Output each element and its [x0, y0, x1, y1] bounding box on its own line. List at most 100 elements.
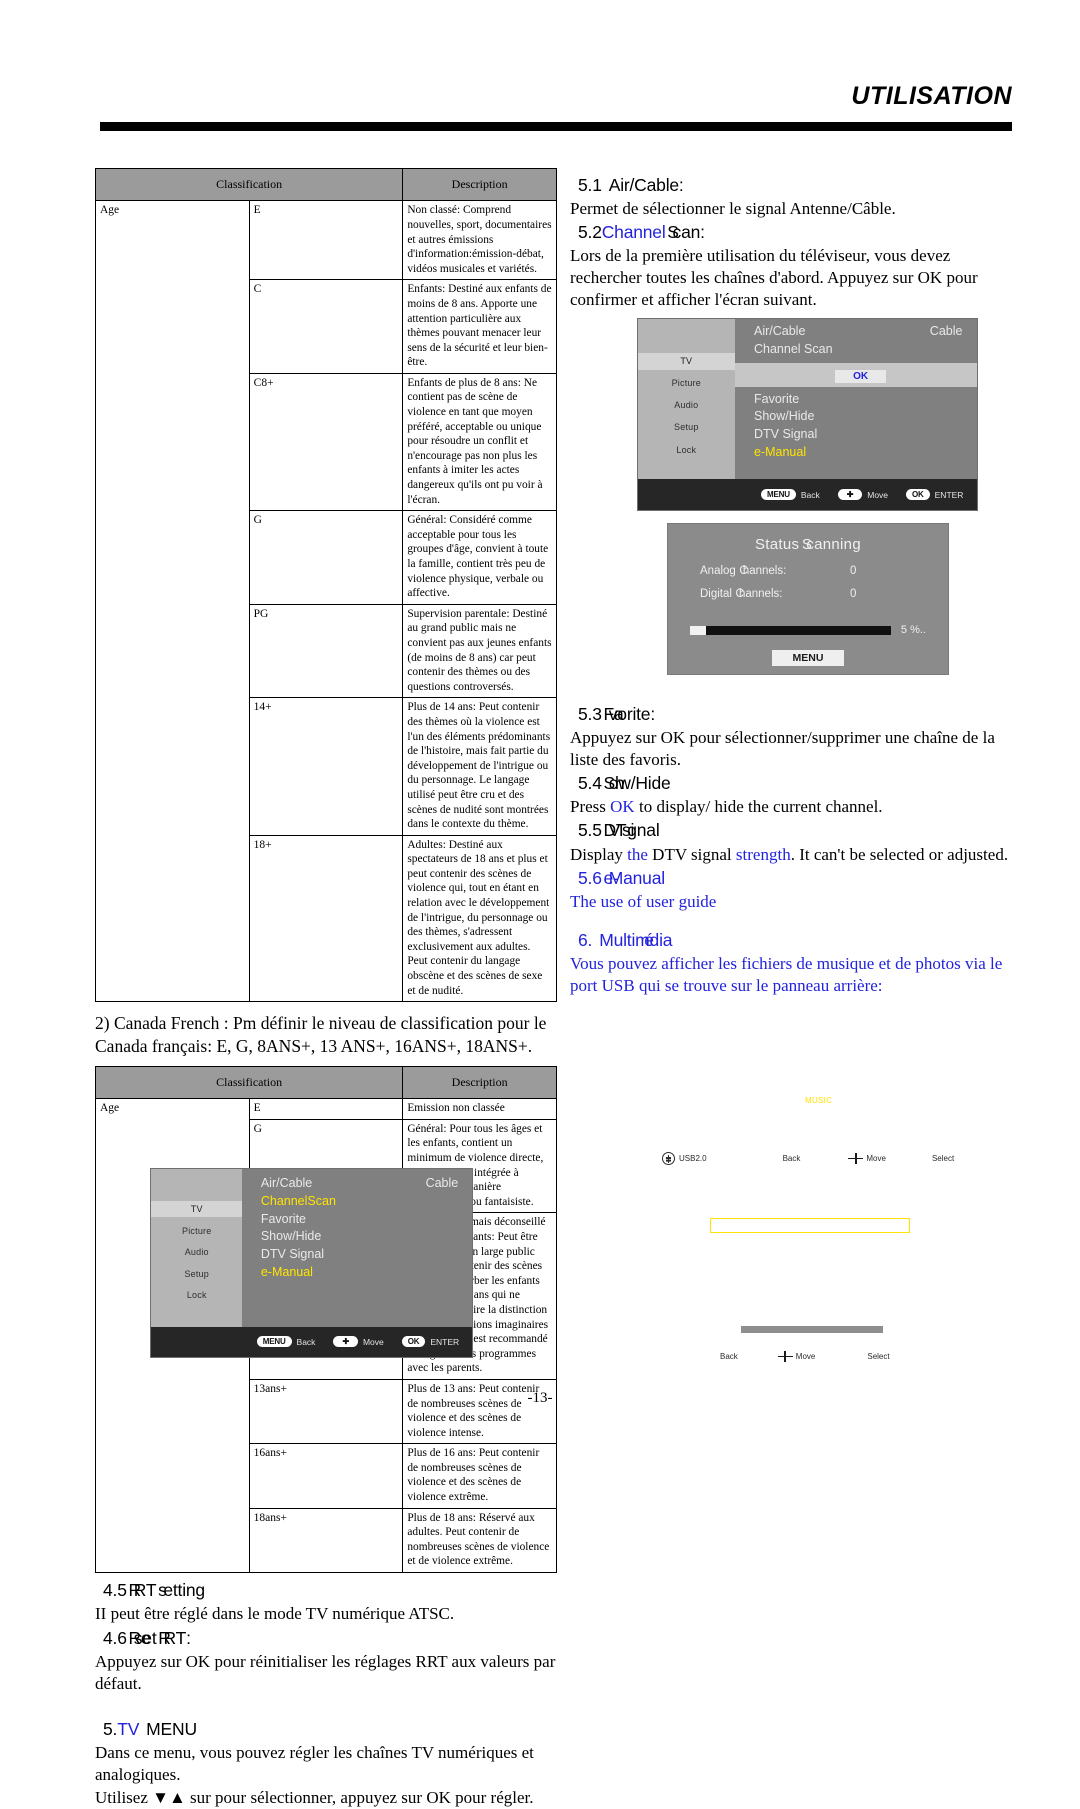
- section-5-2-title-scan: can: S: [667, 222, 705, 243]
- osd-sidebar-item-picture[interactable]: Picture: [151, 1223, 242, 1239]
- hint-back-label[interactable]: Back: [720, 1352, 738, 1361]
- table-header-row: Classification Description: [94, 1065, 557, 1100]
- usb-photo-browser-figure: Back Move Select: [600, 1200, 1020, 1390]
- osd-hint-bar: MENU Back ✚ Move OK ENTER: [151, 1326, 472, 1357]
- canada-french-intro: 2) Canada French : Pm définir le niveau …: [95, 1013, 547, 1056]
- section-5-3-number: 5.3: [578, 704, 602, 724]
- page-title: UTILISATION: [851, 82, 1012, 110]
- osd-item-label: DTV Signal: [754, 427, 818, 441]
- dpad-icon[interactable]: ✚: [837, 489, 863, 501]
- digital-channels-row: Digital hannels: C 0: [690, 588, 926, 600]
- osd-item-air-cable[interactable]: Air/Cable Cable: [735, 323, 977, 341]
- osd-item-label: Channel Scan: [754, 341, 833, 356]
- osd-item-channel-scan[interactable]: ChannelScan: [242, 1193, 472, 1211]
- hint-back-label[interactable]: Back: [783, 1154, 801, 1163]
- osd-confirm-panel: OK: [734, 362, 977, 387]
- osd-sidebar-item-audio[interactable]: Audio: [151, 1244, 242, 1260]
- canada-english-rating-table: Classification Description Age E Non cla…: [94, 167, 557, 1003]
- section-5-heading: 5.TV MENU: [95, 1718, 557, 1741]
- rating-description: Emission non classée: [402, 1098, 557, 1120]
- status-scanning-dialog: Status canning S Analog hannels: C 0 Digital…: [667, 523, 949, 675]
- osd-sidebar-item-tv[interactable]: TV: [151, 1201, 243, 1218]
- scan-progress-bar: [690, 625, 891, 635]
- hint-select-label[interactable]: Select: [932, 1154, 954, 1163]
- osd-item-label: Show/Hide: [754, 409, 815, 424]
- osd-sidebar-item-picture[interactable]: Picture: [638, 375, 735, 392]
- osd-item-label: Air/Cable: [260, 1176, 313, 1190]
- hint-enter-label: ENTER: [934, 489, 964, 500]
- dpad-icon: [848, 1153, 864, 1164]
- osd-item-show-hide[interactable]: Show/Hide: [735, 408, 977, 426]
- rating-code: 18ans+: [248, 1507, 404, 1574]
- osd-sidebar-item-lock[interactable]: Lock: [151, 1287, 242, 1303]
- ok-button-hint-icon[interactable]: OK: [401, 1336, 426, 1348]
- section-4-6-number: 4.6: [103, 1628, 127, 1649]
- section-5-2-title-channel: Channel: [601, 222, 666, 243]
- status-dialog-title: Status canning S: [755, 536, 861, 553]
- osd-item-dtv-signal[interactable]: DTV Signal: [242, 1246, 472, 1264]
- dpad-icon[interactable]: ✚: [333, 1336, 358, 1348]
- page-number: -13-: [527, 1390, 553, 1406]
- section-5-2-number: 5.2: [578, 222, 602, 243]
- dpad-icon: [777, 1351, 793, 1362]
- osd-item-show-hide[interactable]: Show/Hide: [242, 1228, 472, 1246]
- rating-code: 16ans+: [248, 1443, 404, 1509]
- rating-code: E: [248, 1098, 404, 1120]
- hint-move-label: Move: [362, 1336, 384, 1347]
- right-column: 5.1 Air/Cable: Permet de sélectionner le …: [570, 168, 1020, 312]
- section-5-3-heading: 5.3 vorite: Fa: [570, 703, 1025, 726]
- selection-highlight-box[interactable]: [710, 1218, 910, 1233]
- menu-button-hint-icon[interactable]: MENU: [256, 1336, 292, 1348]
- osd-item-label: DTV Signal: [260, 1247, 325, 1261]
- osd-item-value: Cable: [929, 324, 963, 338]
- rating-description: Supervision parentale: Destiné au grand …: [402, 603, 557, 699]
- ok-button-hint-icon[interactable]: OK: [906, 489, 930, 501]
- section-5-1-heading: 5.1 Air/Cable:: [570, 174, 1020, 197]
- rating-code: PG: [248, 603, 404, 699]
- osd-sidebar-item-lock[interactable]: Lock: [638, 441, 735, 458]
- osd-item-favorite[interactable]: Favorite: [735, 391, 977, 409]
- osd-item-label: Favorite: [260, 1211, 306, 1226]
- osd-item-e-manual[interactable]: e-Manual: [735, 444, 977, 462]
- osd-item-favorite[interactable]: Favorite: [242, 1211, 472, 1229]
- osd-sidebar-item-setup[interactable]: Setup: [638, 419, 735, 436]
- osd-item-e-manual[interactable]: e-Manual: [242, 1264, 472, 1282]
- page-header: UTILISATION: [0, 82, 1080, 142]
- scan-progress-row: 5 %..: [690, 624, 926, 636]
- section-5-4-heading: 5.4 ow/Hide Sh: [570, 772, 1025, 795]
- header-description: Description: [402, 167, 557, 202]
- osd-item-air-cable[interactable]: Air/Cable Cable: [242, 1175, 472, 1193]
- hint-move-label[interactable]: Move: [866, 1154, 886, 1163]
- osd-item-dtv-signal[interactable]: DTV Signal: [735, 426, 977, 444]
- menu-button-hint-icon[interactable]: MENU: [761, 489, 796, 501]
- rating-code: C8+: [248, 372, 404, 512]
- section-5-2-heading: 5.2Channel can: S: [570, 221, 1020, 244]
- osd-item-label: e-Manual: [260, 1264, 313, 1279]
- osd-item-label: Show/Hide: [260, 1229, 322, 1244]
- analog-channels-row: Analog hannels: C 0: [690, 565, 926, 577]
- section-5-5-title: V DT: [603, 820, 627, 841]
- ok-keyword: OK: [610, 797, 635, 817]
- section-5-4-title: ow/Hide Sh: [603, 773, 671, 794]
- rating-description: Enfants de plus de 8 ans: Ne contient pa…: [402, 372, 557, 512]
- section-4-5-title: RT R: [128, 1580, 157, 1601]
- section-5-6-number: 5.6: [578, 867, 602, 888]
- osd-item-channel-scan[interactable]: Channel Scan: [735, 341, 977, 359]
- status-menu-button[interactable]: MENU: [772, 650, 844, 666]
- hint-select-label[interactable]: Select: [867, 1352, 889, 1361]
- hint-enter-label: ENTER: [430, 1336, 460, 1347]
- osd-sidebar-item-audio[interactable]: Audio: [638, 397, 735, 414]
- header-classification: Classification: [94, 167, 404, 202]
- left-column: Classification Description Age E Non cla…: [94, 167, 557, 1809]
- osd-sidebar-item-setup[interactable]: Setup: [151, 1265, 242, 1281]
- rating-description: Général: Considéré comme acceptable pour…: [402, 510, 557, 605]
- section-5-1-number: 5.1: [578, 175, 602, 195]
- header-description: Description: [402, 1065, 557, 1100]
- osd-hint-bar: MENU Back ✚ Move OK ENTER: [638, 479, 977, 510]
- hint-move-label[interactable]: Move: [796, 1352, 816, 1361]
- osd-item-value: Cable: [425, 1176, 459, 1190]
- osd-sidebar-item-tv[interactable]: TV: [638, 352, 735, 370]
- section-5-5-body: Display the DTV signal strength. It can'…: [570, 844, 1009, 864]
- analog-channels-label: Analog hannels: C: [700, 565, 787, 577]
- ok-button[interactable]: OK: [835, 369, 887, 383]
